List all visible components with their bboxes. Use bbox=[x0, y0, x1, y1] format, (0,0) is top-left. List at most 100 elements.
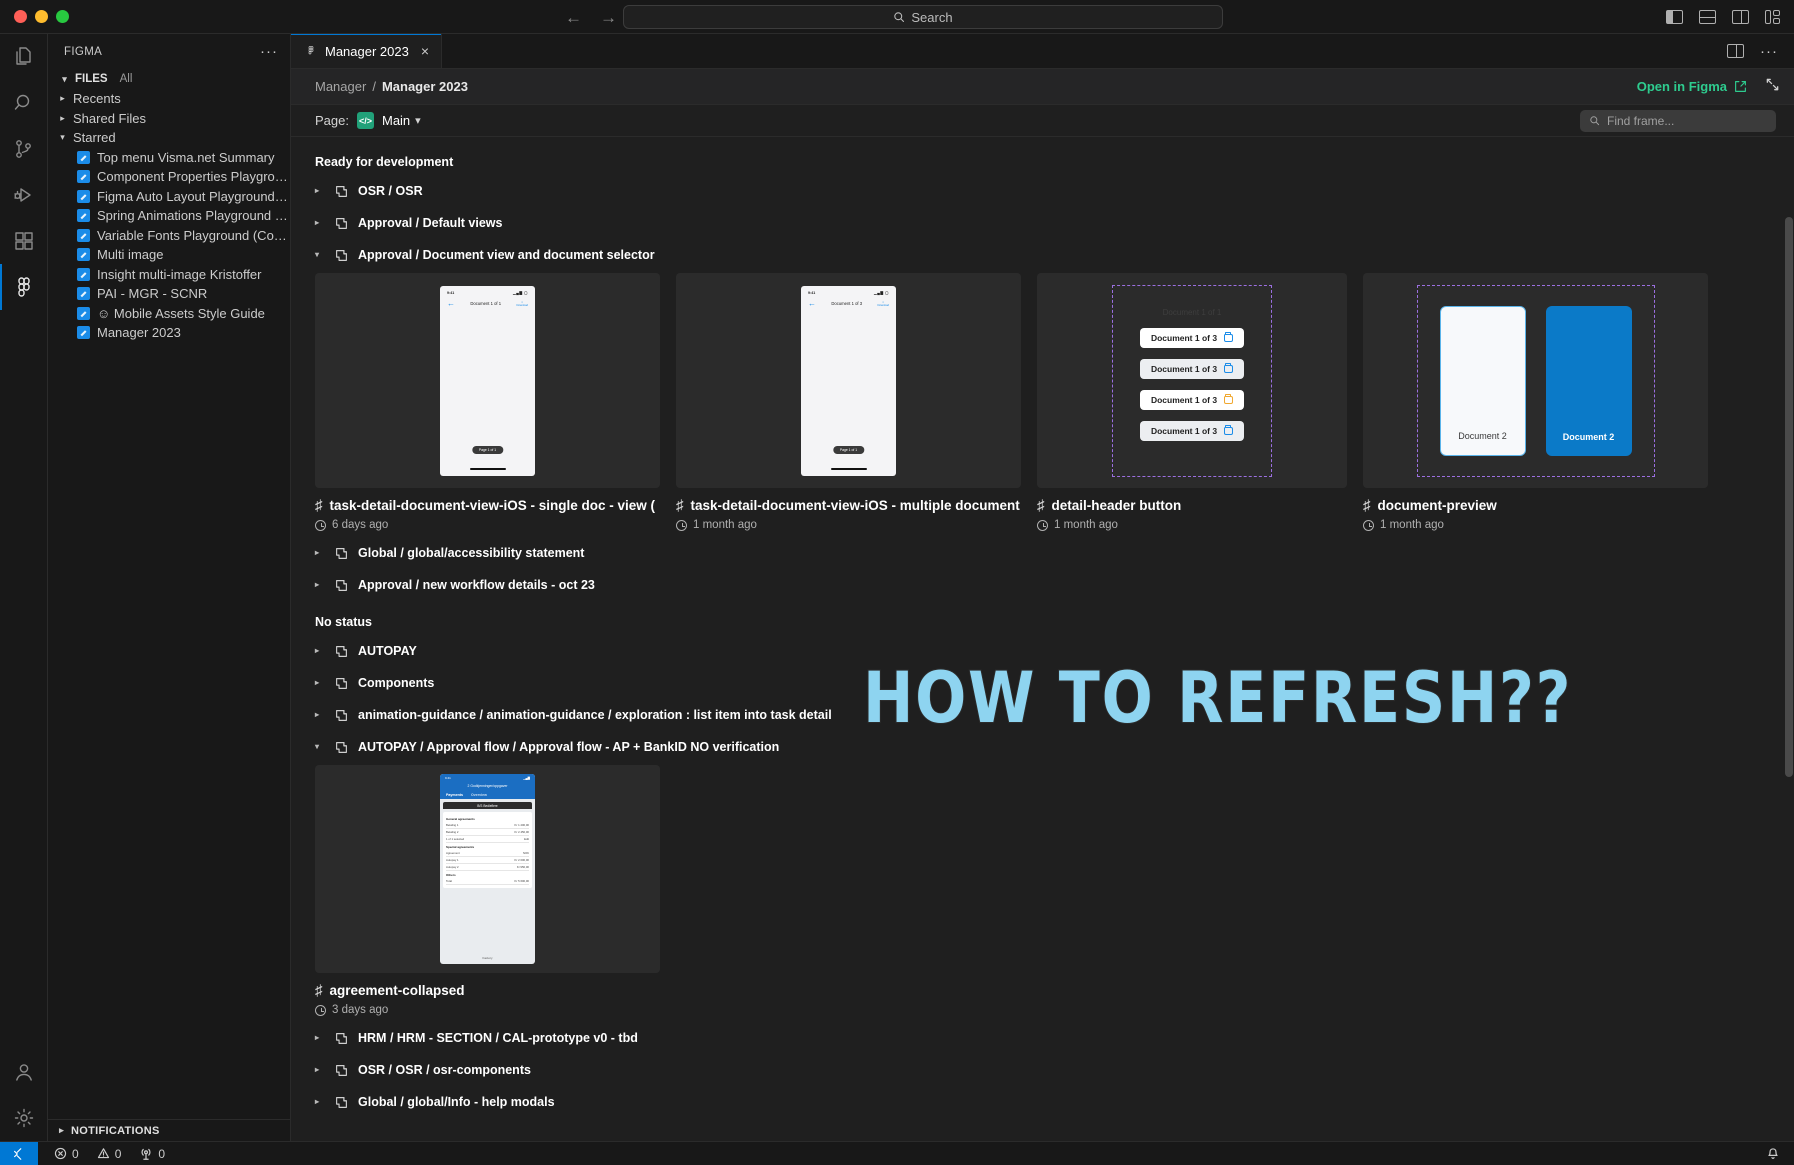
remote-indicator-button[interactable] bbox=[0, 1141, 38, 1165]
find-frame-input[interactable]: Find frame... bbox=[1580, 109, 1776, 132]
list-item[interactable]: Spring Animations Playground (Com... bbox=[48, 206, 290, 226]
bell-icon[interactable] bbox=[1766, 1147, 1780, 1161]
status-bar: 0 0 0 bbox=[0, 1141, 1794, 1165]
list-item[interactable]: Manager 2023 bbox=[48, 323, 290, 343]
list-item[interactable]: Variable Fonts Playground (Commun... bbox=[48, 226, 290, 246]
split-editor-icon[interactable] bbox=[1727, 44, 1744, 58]
manage-settings-button[interactable] bbox=[0, 1095, 48, 1141]
frame-row[interactable]: ▸ HRM / HRM - SECTION / CAL-prototype v0… bbox=[291, 1022, 1794, 1054]
frame-row[interactable]: ▸ OSR / OSR bbox=[291, 175, 1794, 207]
toggle-primary-sidebar-icon[interactable] bbox=[1666, 10, 1683, 24]
list-item[interactable]: ☺ Mobile Assets Style Guide bbox=[48, 304, 290, 324]
sidebar-title: FIGMA bbox=[64, 45, 103, 58]
go-back-icon[interactable]: ← bbox=[565, 9, 582, 26]
notifications-panel-header[interactable]: ▸ NOTIFICATIONS bbox=[48, 1119, 290, 1141]
frame-row[interactable]: ▸ Global / global/accessibility statemen… bbox=[291, 537, 1794, 569]
error-count[interactable]: 0 bbox=[54, 1147, 79, 1161]
breadcrumb-current[interactable]: Manager 2023 bbox=[382, 79, 468, 94]
minimize-window-button[interactable] bbox=[35, 10, 48, 23]
sidebar-group-starred[interactable]: ▾ Starred bbox=[48, 128, 290, 148]
list-item[interactable]: PAI - MGR - SCNR bbox=[48, 284, 290, 304]
chevron-right-icon[interactable]: ▸ bbox=[315, 679, 325, 687]
frame-card[interactable]: 9:41 ▁▄▇ ▢ ← Document 1 of 3 ⇩ Download P… bbox=[676, 273, 1021, 531]
search-input[interactable]: Search bbox=[623, 5, 1223, 29]
list-item[interactable]: Insight multi-image Kristoffer bbox=[48, 265, 290, 285]
ports-count[interactable]: 0 bbox=[139, 1147, 165, 1161]
frame-thumbnail[interactable]: 9:41 ▁▄▇ ▢ ← Document 1 of 3 ⇩ Download P… bbox=[676, 273, 1021, 488]
figma-file-icon bbox=[77, 209, 90, 223]
chevron-right-icon: ▸ bbox=[60, 112, 65, 123]
status-bar-right bbox=[1766, 1147, 1794, 1161]
breadcrumb-parent[interactable]: Manager bbox=[315, 79, 366, 94]
chevron-right-icon[interactable]: ▸ bbox=[315, 219, 325, 227]
accounts-button[interactable] bbox=[0, 1049, 48, 1095]
frame-row[interactable]: ▸ OSR / OSR / osr-components bbox=[291, 1054, 1794, 1086]
zoom-window-button[interactable] bbox=[56, 10, 69, 23]
frame-card[interactable]: 9:41 ▁▄▇ ▢ ← Document 1 of 1 ⇩ Download P… bbox=[315, 273, 660, 531]
canvas-scrollbar[interactable] bbox=[1784, 137, 1794, 1141]
frame-thumbnail[interactable]: 9:41 ▁▄▇ 2 Godkjenninger/oppgaver Paymen… bbox=[315, 765, 660, 973]
chevron-right-icon[interactable]: ▸ bbox=[315, 647, 325, 655]
frame-thumbnail[interactable]: Document 1 of 1 Document 1 of 3 Document… bbox=[1037, 273, 1347, 488]
toggle-secondary-sidebar-icon[interactable] bbox=[1732, 10, 1749, 24]
collapse-all-icon[interactable] bbox=[1765, 77, 1780, 97]
tab-manager-2023[interactable]: Manager 2023 × bbox=[291, 34, 443, 68]
chevron-right-icon[interactable]: ▸ bbox=[315, 1066, 325, 1074]
scrollbar-thumb[interactable] bbox=[1785, 217, 1793, 777]
chevron-right-icon[interactable]: ▸ bbox=[315, 549, 325, 557]
chevron-down-icon[interactable]: ▾ bbox=[315, 743, 325, 751]
document-button[interactable]: Document 1 of 3 bbox=[1140, 420, 1244, 441]
editor-more-actions-icon[interactable]: ··· bbox=[1760, 44, 1778, 59]
sidebar-group-shared-files[interactable]: ▸ Shared Files bbox=[48, 109, 290, 129]
search-icon bbox=[14, 94, 29, 110]
list-item[interactable]: Component Properties Playground (... bbox=[48, 167, 290, 187]
frame-card[interactable]: Document 1 of 1 Document 1 of 3 Document… bbox=[1037, 273, 1347, 531]
sidebar-item-explorer[interactable] bbox=[0, 34, 48, 80]
document-button[interactable]: Document 1 of 3 bbox=[1140, 389, 1244, 410]
chevron-right-icon[interactable]: ▸ bbox=[315, 187, 325, 195]
open-in-figma-button[interactable]: Open in Figma bbox=[1637, 79, 1747, 94]
close-icon[interactable]: × bbox=[421, 43, 429, 59]
chevron-right-icon[interactable]: ▸ bbox=[315, 1034, 325, 1042]
home-indicator bbox=[830, 467, 867, 470]
frame-thumbnail[interactable]: 9:41 ▁▄▇ ▢ ← Document 1 of 1 ⇩ Download P… bbox=[315, 273, 660, 488]
list-item[interactable]: Top menu Visma.net Summary bbox=[48, 148, 290, 168]
sidebar-item-source-control[interactable] bbox=[0, 126, 48, 172]
figma-icon bbox=[17, 277, 30, 297]
sidebar-item-extensions[interactable] bbox=[0, 218, 48, 264]
files-section-header[interactable]: ▾ FILES All bbox=[48, 69, 290, 89]
customize-layout-icon[interactable] bbox=[1765, 10, 1782, 24]
frame-row[interactable]: ▸ Approval / new workflow details - oct … bbox=[291, 569, 1794, 601]
sidebar-item-run-and-debug[interactable] bbox=[0, 172, 48, 218]
phone-mockup: 9:41 ▁▄▇ ▢ ← Document 1 of 1 ⇩ Download P… bbox=[440, 285, 535, 476]
list-item[interactable]: Figma Auto Layout Playground (Com... bbox=[48, 187, 290, 207]
chevron-down-icon: ▾ bbox=[60, 132, 65, 143]
status-signal-icon: ▁▄▇ ▢ bbox=[513, 290, 528, 295]
chevron-down-icon[interactable]: ▾ bbox=[315, 251, 325, 259]
chevron-right-icon[interactable]: ▸ bbox=[315, 1098, 325, 1106]
frame-thumbnail[interactable]: Document 2 Document 2 bbox=[1363, 273, 1708, 488]
sidebar-item-search[interactable] bbox=[0, 80, 48, 126]
frame-row[interactable]: ▸ Approval / Default views bbox=[291, 207, 1794, 239]
document-button[interactable]: Document 1 of 3 bbox=[1140, 327, 1244, 348]
error-icon bbox=[54, 1147, 67, 1160]
list-item[interactable]: Multi image bbox=[48, 245, 290, 265]
sidebar-more-actions-icon[interactable]: ··· bbox=[260, 44, 278, 59]
page-name[interactable]: Main bbox=[382, 113, 410, 128]
document-button[interactable]: Document 1 of 3 bbox=[1140, 358, 1244, 379]
warning-count[interactable]: 0 bbox=[97, 1147, 121, 1161]
toggle-panel-icon[interactable] bbox=[1699, 10, 1716, 24]
sidebar-group-recents[interactable]: ▸ Recents bbox=[48, 89, 290, 109]
go-forward-icon[interactable]: → bbox=[600, 9, 617, 26]
tab-bar: Manager 2023 × ··· bbox=[291, 34, 1794, 69]
sidebar-item-figma[interactable] bbox=[0, 264, 48, 310]
chevron-down-icon[interactable]: ▾ bbox=[415, 114, 421, 127]
frame-card[interactable]: 9:41 ▁▄▇ 2 Godkjenninger/oppgaver Paymen… bbox=[315, 765, 660, 1016]
frame-row[interactable]: ▾ Approval / Document view and document … bbox=[291, 239, 1794, 271]
chevron-right-icon[interactable]: ▸ bbox=[315, 581, 325, 589]
frame-card[interactable]: Document 2 Document 2 ♯ document-preview bbox=[1363, 273, 1708, 531]
chevron-right-icon[interactable]: ▸ bbox=[315, 711, 325, 719]
frame-row[interactable]: ▸ Global / global/Info - help modals bbox=[291, 1086, 1794, 1118]
close-window-button[interactable] bbox=[14, 10, 27, 23]
status-time: 9:41 bbox=[445, 775, 451, 780]
